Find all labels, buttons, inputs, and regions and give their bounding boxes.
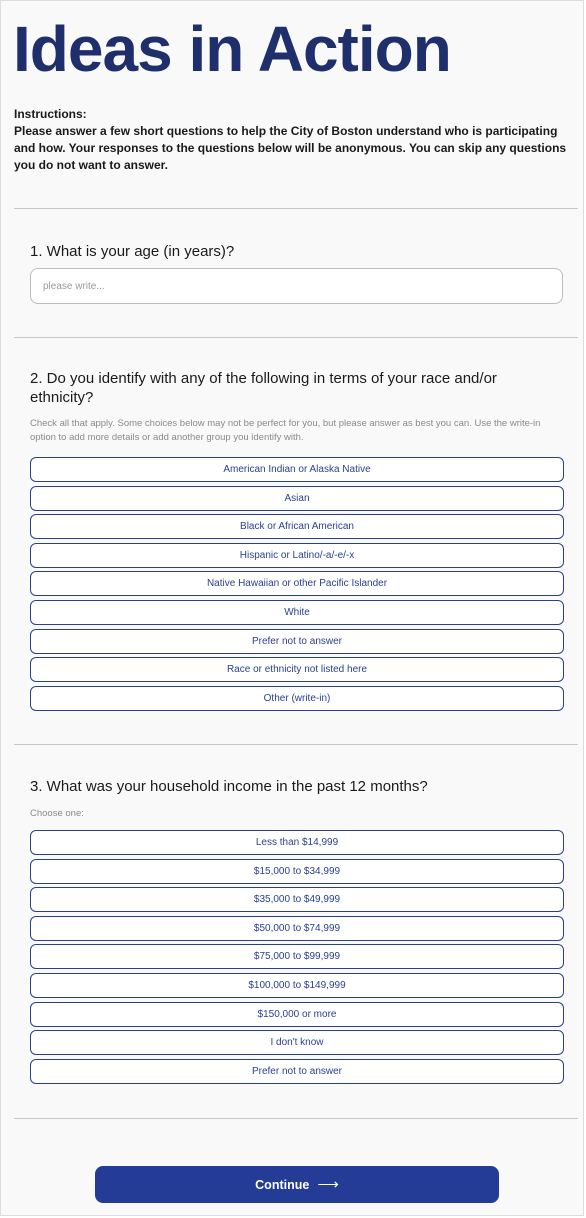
race-ethnicity-option[interactable]: Black or African American [30, 514, 564, 540]
divider [14, 744, 578, 745]
race-ethnicity-option[interactable]: Native Hawaiian or other Pacific Islande… [30, 571, 564, 597]
race-ethnicity-option[interactable]: Asian [30, 485, 564, 511]
household-income-options: Less than $14,999 $15,000 to $34,999 $35,0… [30, 830, 564, 1087]
race-ethnicity-option[interactable]: Hispanic or Latino/-a/-e/-x [30, 542, 564, 568]
race-ethnicity-option[interactable]: Race or ethnicity not listed here [30, 657, 564, 683]
race-ethnicity-options: American Indian or Alaska Native Asian Bla… [30, 457, 564, 714]
divider [14, 208, 578, 209]
survey-page: Ideas in Action Instructions: Please ans… [0, 0, 584, 1216]
continue-button[interactable]: Continue ⟶ [95, 1166, 499, 1203]
income-option[interactable]: Less than $14,999 [30, 830, 564, 855]
instructions: Instructions: Please answer a few short … [14, 106, 570, 174]
divider [14, 337, 578, 338]
income-option[interactable]: $15,000 to $34,999 [30, 858, 564, 884]
page-title: Ideas in Action [13, 13, 452, 85]
income-option[interactable]: $35,000 to $49,999 [30, 887, 564, 913]
question-3-help: Choose one: [30, 808, 84, 819]
question-1-label: 1. What is your age (in years)? [30, 243, 235, 260]
question-2-help: Check all that apply. Some choices below… [30, 418, 541, 443]
continue-label: Continue [255, 1177, 310, 1192]
income-option[interactable]: $150,000 or more [30, 1001, 564, 1027]
instructions-heading: Instructions: [14, 107, 87, 121]
divider [14, 1118, 578, 1119]
arrow-right-icon: ⟶ [317, 1176, 339, 1193]
question-2-label: 2. Do you identify with any of the follo… [30, 370, 497, 406]
question-3-label: 3. What was your household income in the… [30, 778, 428, 795]
income-option[interactable]: I don't know [30, 1030, 564, 1056]
income-option[interactable]: $75,000 to $99,999 [30, 944, 564, 970]
race-ethnicity-option[interactable]: Other (write-in) [30, 685, 564, 711]
income-option[interactable]: Prefer not to answer [30, 1058, 564, 1084]
instructions-body: Please answer a few short questions to h… [14, 124, 567, 172]
income-option[interactable]: $50,000 to $74,999 [30, 915, 564, 941]
race-ethnicity-option[interactable]: American Indian or Alaska Native [30, 457, 564, 482]
race-ethnicity-option[interactable]: Prefer not to answer [30, 628, 564, 654]
age-input[interactable] [30, 268, 563, 304]
race-ethnicity-option[interactable]: White [30, 599, 564, 625]
income-option[interactable]: $100,000 to $149,999 [30, 972, 564, 998]
